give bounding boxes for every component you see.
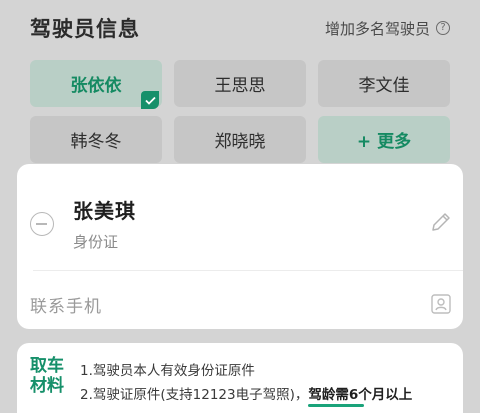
driver-row: 张美琪 身份证 [17,164,463,270]
materials-item-text: 2.驾驶证原件(支持12123电子驾照)， [80,387,309,403]
driver-chip[interactable]: 李文佳 [318,60,450,107]
page-title: 驾驶员信息 [30,17,140,41]
driver-chip[interactable]: 张依依 [30,60,162,109]
driver-info-header: 驾驶员信息 增加多名驾驶员 ? [30,12,450,44]
add-drivers-label: 增加多名驾驶员 [324,19,430,38]
driver-chip-label: 张依依 [70,76,122,96]
materials-item: 2.驾驶证原件(支持12123电子驾照)，驾龄需6个月以上 [80,383,412,403]
edit-pencil-icon[interactable] [429,210,453,234]
contact-card-icon[interactable] [429,292,453,316]
more-drivers-button[interactable]: + 更多 [318,116,450,163]
driver-grid: 张依依 王思思 李文佳 韩冬冬 郑晓晓 + 更多 [30,60,450,163]
driver-chip[interactable]: 韩冬冬 [30,116,162,163]
driving-age-requirement: 驾龄需6个月以上 [308,387,413,403]
materials-title: 取车材料 [30,356,64,396]
driver-chip[interactable]: 郑晓晓 [174,116,306,163]
driver-chip-label: 李文佳 [358,76,410,96]
pickup-materials-card: 取车材料 1.驾驶员本人有效身份证原件 2.驾驶证原件(支持12123电子驾照)… [17,343,463,413]
minus-circle-icon[interactable] [30,212,54,236]
question-circle-icon[interactable]: ? [436,21,450,35]
driver-name: 张美琪 [73,199,136,223]
driver-form-card: 张美琪 身份证 联系手机 [17,164,463,329]
driver-chip[interactable]: 王思思 [174,60,306,107]
more-drivers-label: + 更多 [356,132,412,152]
divider [33,270,463,271]
driver-chip-label: 王思思 [214,76,266,96]
driver-chip-label: 郑晓晓 [214,132,266,152]
add-drivers-link[interactable]: 增加多名驾驶员 ? [325,18,450,39]
phone-field-label[interactable]: 联系手机 [30,292,102,317]
id-type-label: 身份证 [73,233,119,251]
materials-item: 1.驾驶员本人有效身份证原件 [80,363,255,379]
driver-chip-label: 韩冬冬 [70,132,122,152]
check-icon [141,91,159,109]
